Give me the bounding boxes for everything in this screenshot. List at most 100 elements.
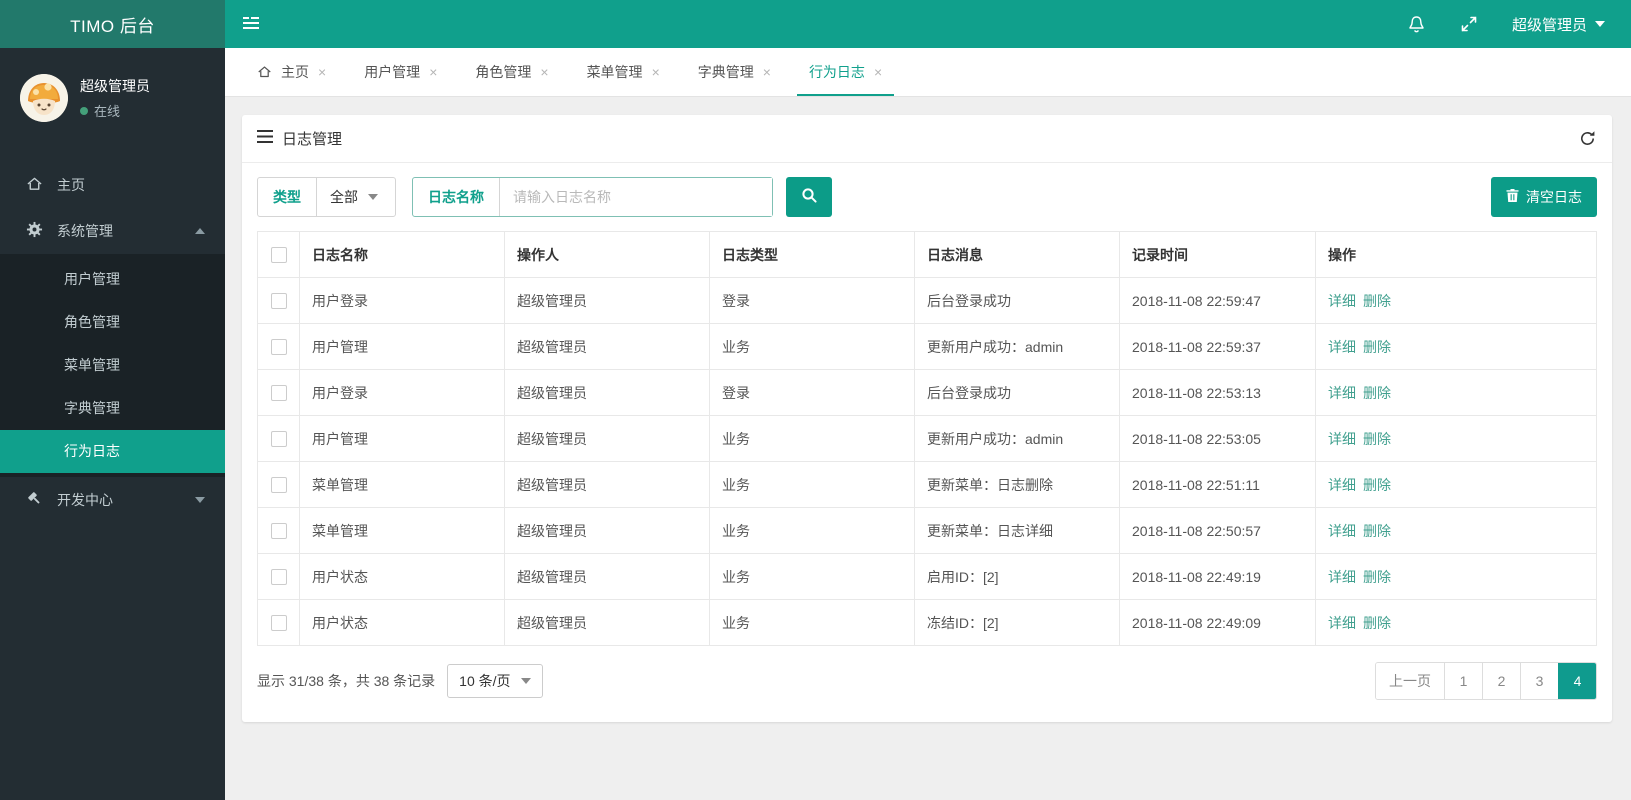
detail-link[interactable]: 详细 (1328, 431, 1356, 447)
sidebar-item-dict[interactable]: 字典管理 (0, 387, 225, 430)
close-icon[interactable] (540, 64, 548, 80)
delete-link[interactable]: 删除 (1363, 293, 1391, 309)
page-button-4[interactable]: 4 (1558, 663, 1596, 699)
tab-action-log[interactable]: 行为日志 (796, 48, 895, 96)
select-all-checkbox[interactable] (270, 247, 287, 264)
cell-record-time: 2018-11-08 22:53:13 (1119, 369, 1316, 416)
cell-operator: 超级管理员 (504, 507, 710, 554)
col-actions: 操作 (1315, 231, 1597, 278)
detail-link[interactable]: 详细 (1328, 569, 1356, 585)
row-checkbox[interactable] (270, 523, 287, 540)
tab-label: 角色管理 (475, 64, 532, 80)
log-name-input[interactable] (500, 178, 772, 216)
delete-link[interactable]: 删除 (1363, 477, 1391, 493)
row-checkbox[interactable] (270, 385, 287, 402)
col-operator: 操作人 (504, 231, 710, 278)
detail-link[interactable]: 详细 (1328, 523, 1356, 539)
close-icon[interactable] (763, 64, 771, 80)
clear-logs-button[interactable]: 清空日志 (1491, 177, 1597, 217)
close-icon[interactable] (874, 64, 882, 80)
page-button-2[interactable]: 2 (1482, 663, 1520, 699)
delete-link[interactable]: 删除 (1363, 569, 1391, 585)
refresh-icon[interactable] (1578, 129, 1597, 148)
page-button-1[interactable]: 1 (1444, 663, 1482, 699)
cell-log-type: 业务 (709, 461, 915, 508)
page-size-select[interactable]: 10 条/页 (447, 664, 543, 698)
cell-log-type: 登录 (709, 277, 915, 324)
delete-link[interactable]: 删除 (1363, 523, 1391, 539)
row-checkbox[interactable] (270, 615, 287, 632)
close-icon[interactable] (652, 64, 660, 80)
cell-record-time: 2018-11-08 22:59:37 (1119, 323, 1316, 370)
sidebar-item-menus[interactable]: 菜单管理 (0, 344, 225, 387)
sidebar-menu: 主页 系统管理 用户管理 角色管理 菜单管理 字典管理 行为日志 开发中心 (0, 162, 225, 523)
detail-link[interactable]: 详细 (1328, 477, 1356, 493)
sidebar-item-home[interactable]: 主页 (0, 162, 225, 208)
topbar: TIMO 后台 超级管理员 (0, 0, 1631, 48)
tab-users[interactable]: 用户管理 (352, 48, 449, 96)
avatar[interactable] (20, 74, 68, 122)
caret-down-icon (1595, 21, 1605, 27)
row-checkbox[interactable] (270, 569, 287, 586)
table-row: 用户状态 超级管理员 业务 冻结ID：[2] 2018-11-08 22:49:… (257, 599, 1597, 646)
delete-link[interactable]: 删除 (1363, 385, 1391, 401)
cell-operator: 超级管理员 (504, 277, 710, 324)
sidebar-item-roles[interactable]: 角色管理 (0, 301, 225, 344)
sidebar-item-label: 主页 (57, 177, 85, 193)
tab-roles[interactable]: 角色管理 (463, 48, 560, 96)
fullscreen-icon[interactable] (1460, 15, 1478, 33)
tab-label: 主页 (281, 64, 309, 80)
panel-title-label: 日志管理 (282, 131, 343, 148)
detail-link[interactable]: 详细 (1328, 615, 1356, 631)
cell-log-name: 用户状态 (299, 553, 505, 600)
trash-icon (1506, 188, 1519, 206)
sidebar-item-users[interactable]: 用户管理 (0, 258, 225, 301)
cell-log-type: 业务 (709, 323, 915, 370)
cell-log-name: 用户登录 (299, 277, 505, 324)
type-filter-group: 类型 全部 (257, 177, 396, 217)
delete-link[interactable]: 删除 (1363, 339, 1391, 355)
delete-link[interactable]: 删除 (1363, 431, 1391, 447)
search-icon (801, 187, 818, 207)
detail-link[interactable]: 详细 (1328, 385, 1356, 401)
gear-icon (26, 221, 43, 241)
page-button-3[interactable]: 3 (1520, 663, 1558, 699)
search-button[interactable] (786, 177, 832, 217)
row-checkbox[interactable] (270, 477, 287, 494)
table-row: 用户登录 超级管理员 登录 后台登录成功 2018-11-08 22:53:13… (257, 369, 1597, 416)
sidebar-submenu: 用户管理 角色管理 菜单管理 字典管理 行为日志 (0, 254, 225, 477)
table-header-row: 日志名称 操作人 日志类型 日志消息 记录时间 操作 (257, 231, 1597, 278)
caret-down-icon (368, 194, 378, 200)
home-icon (26, 176, 43, 195)
sidebar-item-dev-center[interactable]: 开发中心 (0, 477, 225, 523)
close-icon[interactable] (318, 64, 326, 80)
tab-dict[interactable]: 字典管理 (686, 48, 783, 96)
type-filter-value: 全部 (330, 189, 358, 205)
bell-icon[interactable] (1407, 14, 1426, 34)
topbar-actions: 超级管理员 (1407, 0, 1631, 48)
type-filter-select[interactable]: 全部 (317, 178, 395, 216)
cell-log-message: 后台登录成功 (914, 277, 1120, 324)
tab-label: 用户管理 (364, 64, 421, 80)
delete-link[interactable]: 删除 (1363, 615, 1391, 631)
sidebar-toggle-button[interactable] (225, 0, 277, 48)
tab-label: 字典管理 (697, 64, 754, 80)
detail-link[interactable]: 详细 (1328, 293, 1356, 309)
close-icon[interactable] (429, 64, 437, 80)
page-size-value: 10 条/页 (459, 673, 511, 689)
sidebar-item-action-log[interactable]: 行为日志 (0, 430, 225, 473)
row-checkbox[interactable] (270, 339, 287, 356)
prev-page-button[interactable]: 上一页 (1376, 663, 1444, 699)
tab-menus[interactable]: 菜单管理 (575, 48, 672, 96)
row-checkbox[interactable] (270, 431, 287, 448)
content-area: 日志管理 类型 全部 日志名称 请输入日志名称 清空日志 日志名称 操作人 日志… (225, 97, 1631, 800)
user-dropdown[interactable]: 超级管理员 (1512, 14, 1605, 35)
cell-log-type: 登录 (709, 369, 915, 416)
tab-label: 菜单管理 (586, 64, 643, 80)
row-checkbox[interactable] (270, 293, 287, 310)
detail-link[interactable]: 详细 (1328, 339, 1356, 355)
cell-operator: 超级管理员 (504, 461, 710, 508)
sidebar-item-system[interactable]: 系统管理 (0, 208, 225, 254)
app-logo: TIMO 后台 (0, 0, 225, 48)
tab-home[interactable]: 主页 (245, 48, 338, 96)
